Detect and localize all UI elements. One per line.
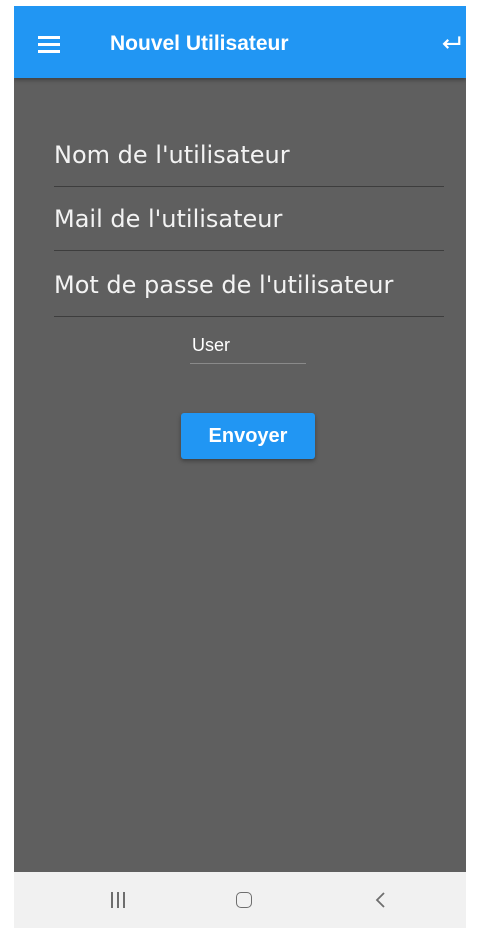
submit-button[interactable]: Envoyer	[181, 413, 315, 459]
email-field	[54, 188, 444, 251]
password-input[interactable]	[54, 254, 444, 316]
hamburger-menu-icon[interactable]	[38, 36, 60, 53]
role-selector[interactable]: User	[190, 334, 306, 364]
username-field	[54, 124, 444, 187]
app-bar: Nouvel Utilisateur	[14, 6, 466, 78]
email-input[interactable]	[54, 188, 444, 250]
back-chevron-icon[interactable]	[374, 890, 388, 910]
role-value: User	[192, 335, 231, 355]
app-screen: Nouvel Utilisateur User Envoyer	[14, 6, 466, 928]
keyboard-return-icon[interactable]	[440, 32, 462, 54]
home-icon[interactable]	[236, 892, 252, 908]
password-field	[54, 254, 444, 317]
page-title: Nouvel Utilisateur	[110, 32, 289, 55]
recent-apps-icon[interactable]	[110, 892, 126, 908]
username-input[interactable]	[54, 124, 444, 186]
system-navigation-bar	[14, 872, 466, 928]
